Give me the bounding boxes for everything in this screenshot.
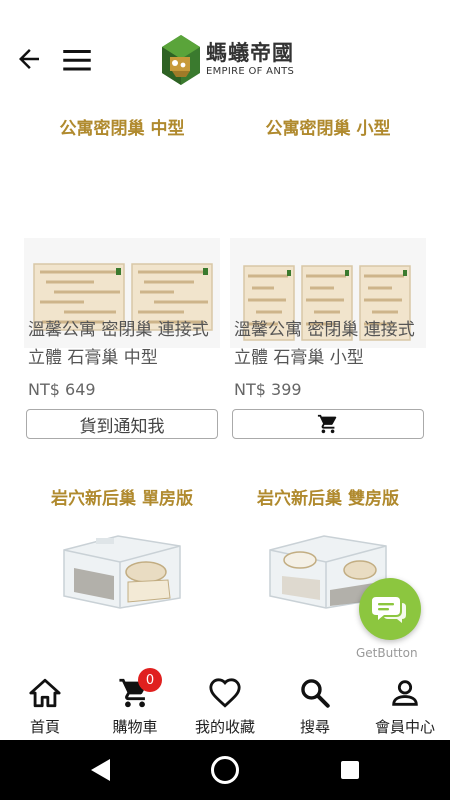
nav-label-member: 會員中心 [374,718,435,736]
cart-count-badge: 0 [138,668,162,692]
cart-icon [317,414,337,434]
person-icon [392,680,418,706]
brand-logo[interactable]: 螞蟻帝國 EMPIRE OF ANTS [160,32,294,88]
system-home-icon[interactable] [211,756,239,784]
getbutton-label: GetButton [356,646,418,660]
nav-label-home: 首頁 [29,718,60,736]
nav-label-search: 搜尋 [299,718,330,736]
system-recents-icon[interactable] [341,761,359,779]
nav-item-favorites[interactable]: 我的收藏 [180,670,270,740]
nav-label-favorites: 我的收藏 [194,718,255,736]
product-tag: 岩穴新后巢 雙房版 [257,489,399,509]
product-tag: 公寓密閉巢 小型 [265,119,391,139]
product-card[interactable]: 岩穴新后巢 單房版 [24,470,220,670]
app-header: 螞蟻帝國 EMPIRE OF ANTS [0,0,450,100]
nav-item-cart[interactable]: 0 購物車 [90,668,180,740]
product-card[interactable]: 岩穴新后巢 雙房版 [230,470,426,670]
product-card[interactable]: 公寓密閉巢 中型 溫馨公寓 密閉巢 連接式 立體 石膏巢 中型 NT$ 649 … [24,100,220,440]
add-to-cart-button[interactable] [232,409,424,439]
nav-item-search[interactable]: 搜尋 [270,670,360,740]
back-arrow-icon[interactable] [14,44,44,74]
nav-item-home[interactable]: 首頁 [0,670,90,740]
ant-empire-logo-icon [162,35,200,85]
nav-item-member[interactable]: 會員中心 [360,670,450,740]
logo-english-name: EMPIRE OF ANTS [206,66,295,77]
product-price: NT$ 399 [234,380,302,399]
hamburger-menu-icon[interactable] [62,46,92,74]
home-icon [29,678,61,708]
heart-icon [209,678,241,708]
product-title[interactable]: 溫馨公寓 密閉巢 連接式 立體 石膏巢 中型 [28,316,224,372]
product-tag: 公寓密閉巢 中型 [59,119,185,139]
nav-label-cart: 購物車 [112,718,158,736]
product-image[interactable] [58,520,188,610]
search-icon [301,679,330,708]
product-price: NT$ 649 [28,380,96,399]
chat-fab-button[interactable] [359,578,421,640]
chat-bubbles-icon [372,597,406,623]
product-card[interactable]: 公寓密閉巢 小型 溫馨公寓 密閉巢 連接式 立體 石膏巢 小型 NT$ 399 [230,100,426,440]
bottom-navigation: 首頁 0 購物車 我的收藏 搜尋 會員中心 [0,668,450,740]
system-navigation-bar [0,740,450,800]
system-back-icon[interactable] [88,757,114,783]
product-tag: 岩穴新后巢 單房版 [51,489,193,509]
logo-chinese-name: 螞蟻帝國 [206,41,294,65]
notify-when-available-button[interactable]: 貨到通知我 [26,409,218,439]
product-title[interactable]: 溫馨公寓 密閉巢 連接式 立體 石膏巢 小型 [234,316,430,372]
